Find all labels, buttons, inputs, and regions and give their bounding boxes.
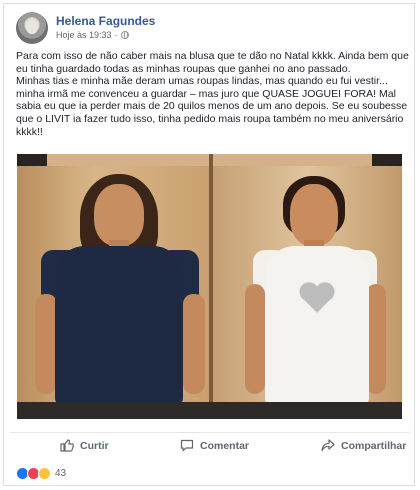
share-arrow-icon [321,439,335,452]
post-card: Helena Fagundes Hoje às 19:33 · Para com… [3,3,415,486]
avatar[interactable] [16,12,48,44]
meta-separator: · [114,30,118,40]
photo-divider [209,154,213,419]
post-header: Helena Fagundes Hoje às 19:33 · [14,12,404,46]
post-actions: Curtir Comentar Compartilhar [10,432,410,459]
reaction-summary[interactable]: 43 [16,467,66,480]
post-paragraph: Minhas tias e minha mãe deram umas roupa… [16,75,408,138]
post-meta: Hoje às 19:33 · [56,30,129,40]
globe-icon[interactable] [120,31,129,39]
author-name[interactable]: Helena Fagundes [56,14,155,28]
post-text: Para com isso de não caber mais na blusa… [16,50,411,138]
share-button[interactable]: Compartilhar [321,439,406,452]
before-after-photo[interactable] [17,154,402,419]
comment-bubble-icon [180,439,194,452]
shirt-heart-print [297,282,337,310]
reaction-count: 43 [55,468,67,479]
like-thumb-icon [60,439,74,452]
like-label: Curtir [80,439,109,452]
post-timestamp[interactable]: Hoje às 19:33 [56,30,112,40]
like-button[interactable]: Curtir [60,439,109,452]
photo-bottom-strip [17,402,402,419]
share-label: Compartilhar [341,439,407,452]
comment-button[interactable]: Comentar [180,439,249,452]
post-paragraph: Para com isso de não caber mais na blusa… [16,50,409,75]
wow-reaction-icon [38,467,51,480]
comment-label: Comentar [200,439,250,452]
